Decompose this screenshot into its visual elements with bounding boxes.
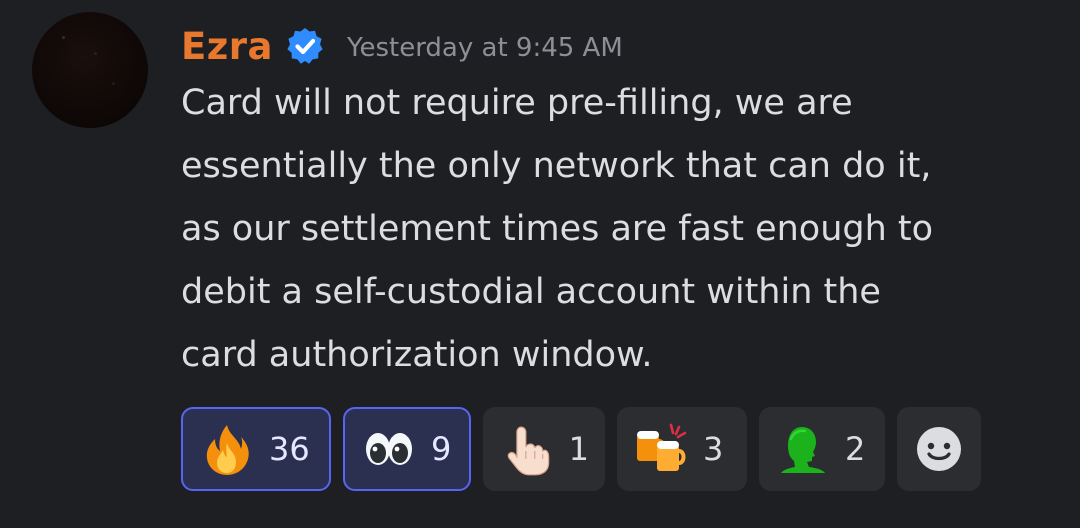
fire-icon xyxy=(206,425,249,475)
reaction-point-up[interactable]: 1 xyxy=(483,407,605,491)
green-bust-icon xyxy=(781,427,825,473)
message-line: debit a self-custodial account within th… xyxy=(181,272,881,312)
message-timestamp: Yesterday at 9:45 AM xyxy=(347,33,623,63)
verified-badge-icon xyxy=(287,28,323,64)
chat-message: Ezra Yesterday at 9:45 AM Card will not … xyxy=(0,0,1080,528)
point-up-icon xyxy=(507,426,550,476)
avatar-speck xyxy=(94,52,97,55)
message-line: Card will not require pre-filling, we ar… xyxy=(181,83,853,123)
avatar-speck xyxy=(112,82,115,85)
avatar-speck xyxy=(62,36,65,39)
reaction-eyes[interactable]: 9 xyxy=(343,407,471,491)
reaction-count: 9 xyxy=(431,430,452,468)
message-header: Ezra Yesterday at 9:45 AM xyxy=(181,20,623,72)
message-line: card authorization window. xyxy=(181,335,653,375)
reaction-count: 36 xyxy=(269,430,310,468)
add-reaction-smiley-icon xyxy=(917,427,961,471)
reaction-count: 3 xyxy=(703,430,724,468)
username[interactable]: Ezra xyxy=(181,25,273,68)
clinking-beer-mugs-icon xyxy=(637,423,687,471)
reaction-green-bust[interactable]: 2 xyxy=(759,407,885,491)
message-line: essentially the only network that can do… xyxy=(181,146,932,186)
reaction-bar: 36 9 1 3 2 xyxy=(181,407,981,491)
message-line: as our settlement times are fast enough … xyxy=(181,209,934,249)
reaction-count: 1 xyxy=(568,430,589,468)
add-reaction-button[interactable] xyxy=(897,407,981,491)
message-content: Card will not require pre-filling, we ar… xyxy=(181,72,1061,387)
avatar[interactable] xyxy=(32,12,148,128)
reaction-fire[interactable]: 36 xyxy=(181,407,331,491)
reaction-count: 2 xyxy=(845,430,866,468)
reaction-beers[interactable]: 3 xyxy=(617,407,747,491)
eyes-icon xyxy=(366,433,412,465)
